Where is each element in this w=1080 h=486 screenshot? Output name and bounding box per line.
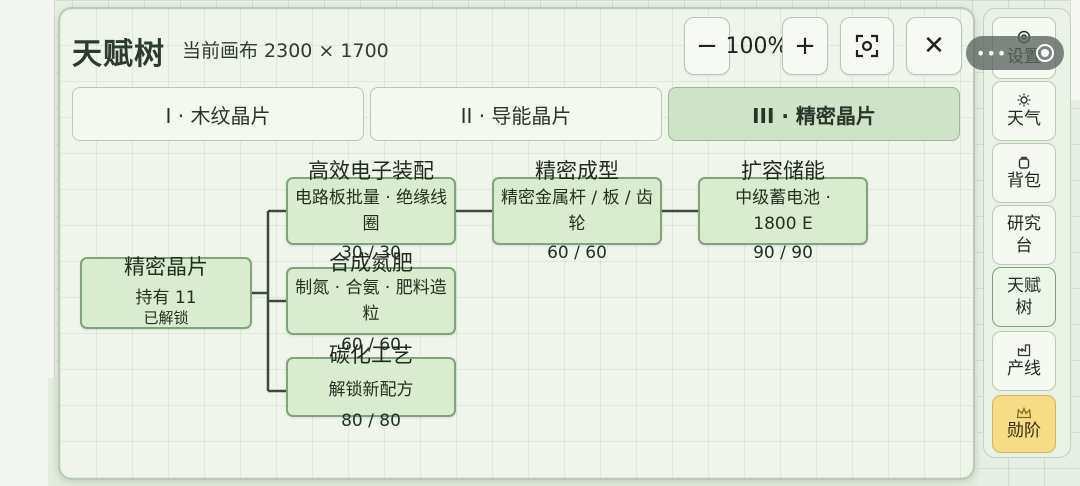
record-icon[interactable] — [1036, 44, 1054, 62]
root-title: 精密晶片 — [124, 255, 208, 279]
sidebar-item-talent-tree[interactable]: 天赋树 — [992, 267, 1056, 327]
sidebar-item-label: 研究台 — [1007, 214, 1041, 256]
tree-node-root[interactable]: 精密晶片 持有 11 已解锁 — [80, 255, 252, 329]
node-title: 高效电子装配 — [308, 159, 434, 183]
node-title: 精密成型 — [535, 159, 619, 183]
backpack-icon — [1018, 156, 1030, 169]
node-title: 碳化工艺 — [329, 343, 413, 367]
right-sidebar: 设置 天气 背包 研究台 天赋树 产线 勋阶 — [983, 8, 1071, 458]
sidebar-item-research[interactable]: 研究台 — [992, 205, 1056, 265]
screen-edge — [1070, 0, 1080, 100]
node-description: 制氮 · 合氨 · 肥料造粒 — [295, 278, 447, 324]
node-title: 合成氮肥 — [329, 251, 413, 275]
factory-icon — [1017, 343, 1031, 356]
node-title: 扩容储能 — [741, 159, 825, 183]
tree-node-nitrogen[interactable]: 制氮 · 合氨 · 肥料造粒 — [286, 267, 456, 335]
sidebar-item-weather[interactable]: 天气 — [992, 81, 1056, 141]
crown-icon — [1016, 406, 1032, 418]
background-edge — [0, 0, 55, 486]
sidebar-item-backpack[interactable]: 背包 — [992, 143, 1056, 203]
sidebar-item-rank[interactable]: 勋阶 — [992, 395, 1056, 453]
sun-icon — [1017, 93, 1031, 106]
root-status: 已解锁 — [143, 309, 189, 327]
node-description: 精密金属杆 / 板 / 齿轮 — [500, 188, 654, 234]
root-held-count: 持有 11 — [135, 288, 197, 308]
sidebar-item-label: 天赋树 — [1007, 276, 1041, 318]
node-description: 解锁新配方 — [328, 380, 414, 400]
node-progress: 90 / 90 — [753, 243, 813, 263]
sidebar-item-label: 天气 — [1007, 108, 1041, 129]
node-description: 电路板批量 · 绝缘线圈 — [294, 188, 448, 234]
node-description: 中级蓄电池 · 1800 E — [735, 188, 831, 234]
more-icon[interactable]: ••• — [976, 44, 1007, 63]
tree-node-energy-storage[interactable]: 中级蓄电池 · 1800 E — [698, 177, 868, 245]
floating-capsule-menu[interactable]: ••• — [966, 36, 1064, 70]
tree-node-precision-forming[interactable]: 精密金属杆 / 板 / 齿轮 — [492, 177, 662, 245]
talent-tree-panel: 天赋树 当前画布 2300 × 1700 − 100% + ✕ I · 木纹晶片… — [58, 7, 975, 480]
sidebar-item-label: 勋阶 — [1007, 420, 1041, 441]
node-progress: 80 / 80 — [341, 411, 401, 431]
sidebar-item-label: 背包 — [1007, 170, 1041, 191]
sidebar-item-label: 产线 — [1007, 358, 1041, 379]
tree-node-electronics[interactable]: 电路板批量 · 绝缘线圈 — [286, 177, 456, 245]
sidebar-item-production-line[interactable]: 产线 — [992, 331, 1056, 391]
node-progress: 60 / 60 — [547, 243, 607, 263]
